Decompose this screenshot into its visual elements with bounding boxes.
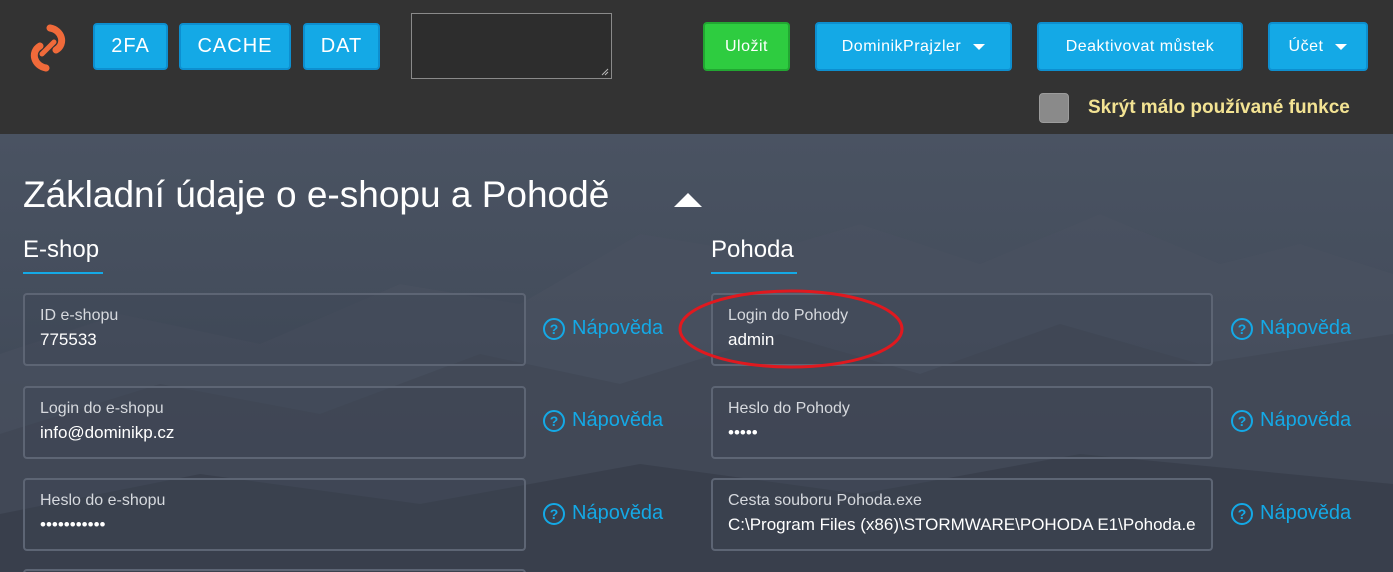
- command-textarea[interactable]: [411, 13, 612, 79]
- help-label: Nápověda: [572, 409, 664, 431]
- account-dropdown-label: Účet: [1288, 37, 1324, 55]
- help-label: Nápověda: [572, 502, 664, 524]
- help-link[interactable]: ? Nápověda: [543, 409, 663, 432]
- field-label: ID e-shopu: [40, 307, 119, 324]
- dat-button[interactable]: DAT: [303, 23, 380, 70]
- logo-icon[interactable]: [28, 24, 68, 72]
- user-dropdown-label: DominikPrajzler: [841, 37, 962, 55]
- help-label: Nápověda: [1260, 409, 1352, 431]
- field-value: •••••••••••: [40, 515, 106, 534]
- page-title: Základní údaje o e-shopu a Pohodě: [23, 174, 610, 215]
- help-circle-icon: ?: [543, 502, 565, 525]
- account-dropdown-button[interactable]: Účet: [1268, 22, 1368, 71]
- eshop-heading-underline: [23, 272, 103, 274]
- help-link[interactable]: ? Nápověda: [1231, 317, 1351, 340]
- eshop-login-field[interactable]: Login do e-shopu info@dominikp.cz: [23, 386, 526, 459]
- 2fa-button[interactable]: 2FA: [93, 23, 168, 70]
- help-link[interactable]: ? Nápověda: [543, 502, 663, 525]
- pohoda-password-field[interactable]: Heslo do Pohody •••••: [711, 386, 1213, 459]
- pohoda-heading-underline: [711, 272, 797, 274]
- hide-rarely-used-checkbox[interactable]: [1039, 93, 1069, 123]
- main-content: Základní údaje o e-shopu a Pohodě E-shop…: [0, 134, 1393, 572]
- resize-grip-icon[interactable]: [601, 68, 609, 76]
- field-label: Heslo do Pohody: [728, 400, 850, 417]
- field-label: Login do e-shopu: [40, 400, 164, 417]
- eshop-password-field[interactable]: Heslo do e-shopu •••••••••••: [23, 478, 526, 551]
- user-dropdown-button[interactable]: DominikPrajzler: [815, 22, 1012, 71]
- help-label: Nápověda: [1260, 317, 1352, 339]
- pohoda-exe-path-field[interactable]: Cesta souboru Pohoda.exe C:\Program File…: [711, 478, 1213, 551]
- eshop-heading: E-shop: [23, 236, 100, 263]
- help-link[interactable]: ? Nápověda: [1231, 502, 1351, 525]
- help-circle-icon: ?: [543, 409, 565, 432]
- eshop-id-field[interactable]: ID e-shopu 775533: [23, 293, 526, 366]
- help-circle-icon: ?: [1231, 502, 1253, 525]
- help-label: Nápověda: [572, 317, 664, 339]
- pohoda-login-field[interactable]: Login do Pohody admin: [711, 293, 1213, 366]
- field-value: •••••: [728, 423, 758, 442]
- field-label: Cesta souboru Pohoda.exe: [728, 492, 922, 509]
- help-circle-icon: ?: [543, 317, 565, 340]
- field-value: info@dominikp.cz: [40, 423, 175, 442]
- hide-rarely-used-label[interactable]: Skrýt málo používané funkce: [1088, 97, 1350, 119]
- help-circle-icon: ?: [1231, 317, 1253, 340]
- field-value: admin: [728, 330, 775, 349]
- chevron-up-icon[interactable]: [672, 190, 704, 208]
- help-link[interactable]: ? Nápověda: [1231, 409, 1351, 432]
- caret-down-icon: [973, 43, 986, 50]
- pohoda-heading: Pohoda: [711, 236, 794, 263]
- field-value: 775533: [40, 330, 97, 349]
- deactivate-bridge-button[interactable]: Deaktivovat můstek: [1037, 22, 1243, 71]
- field-label: Heslo do e-shopu: [40, 492, 166, 509]
- help-link[interactable]: ? Nápověda: [543, 317, 663, 340]
- save-button[interactable]: Uložit: [703, 22, 790, 71]
- help-label: Nápověda: [1260, 502, 1352, 524]
- cache-button[interactable]: CACHE: [179, 23, 291, 70]
- field-value: C:\Program Files (x86)\STORMWARE\POHODA …: [728, 515, 1196, 534]
- top-bar: 2FA CACHE DAT Uložit DominikPrajzler Dea…: [0, 0, 1393, 134]
- help-circle-icon: ?: [1231, 409, 1253, 432]
- field-label: Login do Pohody: [728, 307, 849, 324]
- caret-down-icon: [1335, 43, 1348, 50]
